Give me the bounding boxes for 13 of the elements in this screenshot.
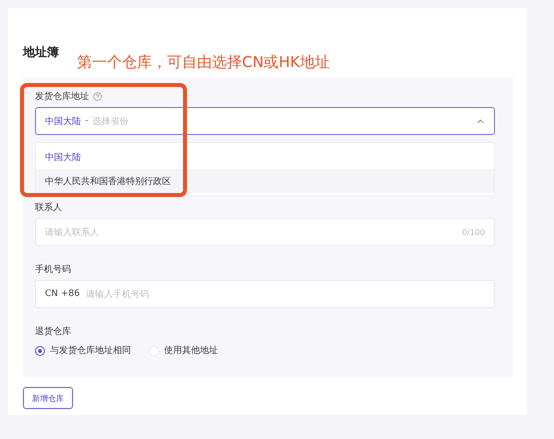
radio-option[interactable]: 与发货仓库地址相同 xyxy=(35,344,131,357)
help-icon[interactable] xyxy=(93,92,102,100)
phone-input[interactable]: CN +86 请输入手机号码 xyxy=(35,280,495,308)
annotation-text: 第一个仓库，可自由选择CN或HK地址 xyxy=(77,53,330,72)
section-title: 地址簿 xyxy=(23,44,59,61)
field-label: 联系人 xyxy=(35,202,62,214)
field-label: 手机号码 xyxy=(35,264,71,276)
radio-option[interactable]: 使用其他地址 xyxy=(149,344,218,357)
field-label: 退货仓库 xyxy=(35,326,71,338)
region-select[interactable]: 中国大陆 - 选择省份 xyxy=(35,107,495,135)
field-label: 发货仓库地址 xyxy=(35,90,89,102)
dropdown-option[interactable]: 中华人民共和国香港特别行政区 xyxy=(36,169,494,193)
add-warehouse-button[interactable]: 新增仓库 xyxy=(23,387,73,409)
